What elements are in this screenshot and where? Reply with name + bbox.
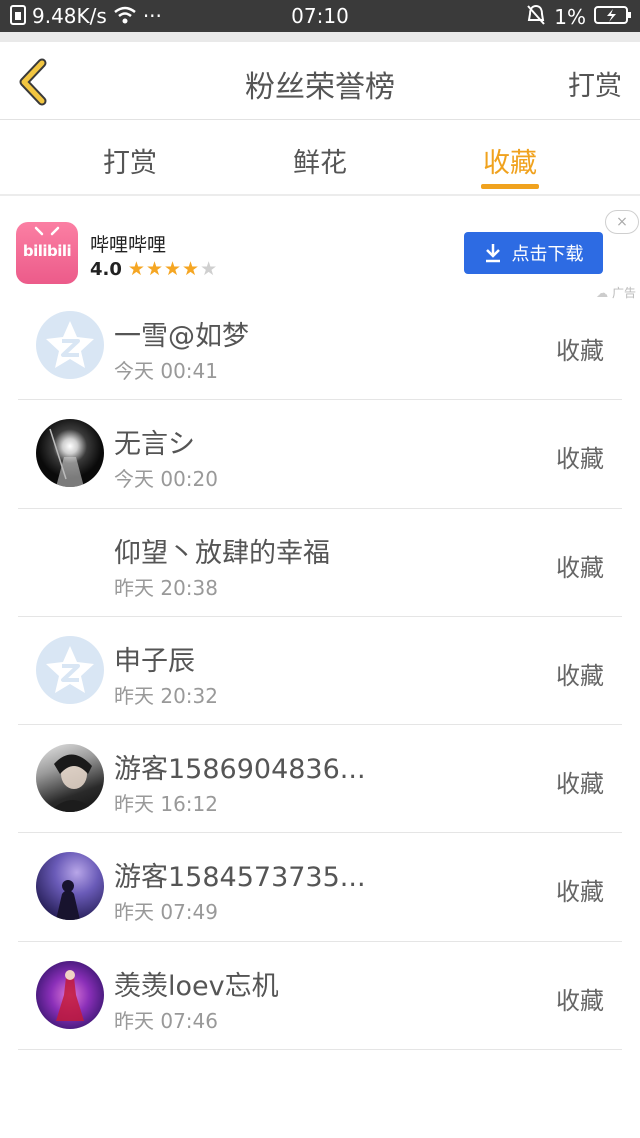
ad-rating-value: 4.0 [90, 258, 122, 280]
user-name: 申子辰 [114, 645, 195, 677]
list-item[interactable]: 无言シ 今天 00:20 收藏 [18, 400, 622, 509]
battery-percent: 1% [554, 4, 586, 29]
avatar [36, 311, 104, 379]
reward-link[interactable]: 打赏 [568, 64, 622, 103]
avatar-image [49, 429, 84, 488]
tab-reward[interactable]: 打赏 [80, 141, 180, 180]
action-label: 收藏 [556, 661, 604, 690]
tab-flowers[interactable]: 鲜花 [270, 141, 370, 180]
list-item[interactable]: 仰望丶放肆的幸福 昨天 20:38 收藏 [18, 509, 622, 617]
star-icon: ★ [127, 258, 145, 280]
user-name: 游客1584573735... [114, 862, 366, 894]
action-label: 收藏 [556, 878, 604, 907]
timestamp: 昨天 07:49 [114, 900, 218, 925]
rating-stars: ★ ★ ★ ★ ★ [128, 258, 217, 280]
ad-download-button[interactable]: 点击下载 [464, 232, 603, 274]
avatar [36, 852, 104, 921]
action-label: 收藏 [556, 337, 604, 365]
list-item[interactable]: 申子辰 昨天 20:32 收藏 [18, 617, 622, 726]
active-tab-indicator [481, 184, 539, 189]
action-label: 收藏 [556, 986, 604, 1015]
user-name: 羡羡loev忘机 [114, 970, 279, 1002]
star-icon: ★ [163, 258, 182, 280]
timestamp: 昨天 07:46 [114, 1008, 218, 1033]
action-label: 收藏 [556, 553, 604, 582]
timestamp: 昨天 20:38 [114, 575, 218, 600]
user-name: 游客1586904836... [114, 754, 366, 786]
status-bar: 9.48K/s ··· 07:10 1% [0, 0, 640, 32]
timestamp: 昨天 20:32 [114, 683, 218, 708]
ad-logo-text: bilibili [22, 242, 72, 260]
ad-app-logo: bilibili [16, 222, 78, 284]
action-label: 收藏 [556, 770, 604, 799]
avatar [36, 744, 104, 813]
header: 粉丝荣誉榜 打赏 [0, 42, 640, 120]
default-avatar-icon [46, 645, 94, 693]
status-right: 1% [526, 4, 632, 29]
list-item[interactable]: 游客1584573735... 昨天 07:49 收藏 [18, 833, 622, 942]
avatar [36, 528, 104, 596]
star-empty-icon: ★ [200, 258, 218, 280]
tab-favorites[interactable]: 收藏 [460, 141, 560, 180]
avatar [36, 419, 104, 488]
star-icon: ★ [182, 258, 200, 280]
favorites-list: 一雪@如梦 今天 00:41 收藏 无言シ 今天 00:20 收藏 仰望丶放肆的… [18, 292, 622, 1051]
ad-close-button[interactable]: × [605, 210, 639, 234]
user-name: 仰望丶放肆的幸福 [114, 537, 330, 569]
timestamp: 今天 00:41 [114, 359, 218, 383]
default-avatar-icon [46, 321, 94, 368]
user-name: 无言シ [114, 429, 195, 461]
download-icon [485, 244, 500, 263]
tab-bar: 打赏 鲜花 收藏 [0, 121, 640, 196]
avatar [36, 635, 104, 704]
user-name: 一雪@如梦 [114, 321, 249, 352]
timestamp: 今天 00:20 [114, 467, 218, 492]
page-title: 粉丝荣誉榜 [245, 70, 395, 105]
avatar [36, 960, 104, 1029]
timestamp: 昨天 16:12 [114, 792, 218, 817]
status-gap [0, 32, 640, 42]
avatar-image [50, 754, 96, 813]
ad-app-name: 哔哩哔哩 [90, 234, 167, 256]
avatar-image [56, 880, 80, 921]
ad-rating: 4.0 ★ ★ ★ ★ ★ [90, 258, 217, 280]
action-label: 收藏 [556, 445, 604, 474]
avatar-image [56, 969, 84, 1021]
battery-icon [594, 5, 632, 28]
list-item[interactable]: 羡羡loev忘机 昨天 07:46 收藏 [18, 942, 622, 1051]
ad-banner[interactable]: bilibili 哔哩哔哩 4.0 ★ ★ ★ ★ ★ 点击下载 × ☁ 广告 [0, 198, 640, 302]
mute-bell-icon [526, 4, 546, 29]
list-item[interactable]: 一雪@如梦 今天 00:41 收藏 [18, 292, 622, 401]
list-item[interactable]: 游客1586904836... 昨天 16:12 收藏 [18, 725, 622, 834]
star-icon: ★ [145, 258, 163, 280]
ad-download-label: 点击下载 [511, 244, 584, 265]
